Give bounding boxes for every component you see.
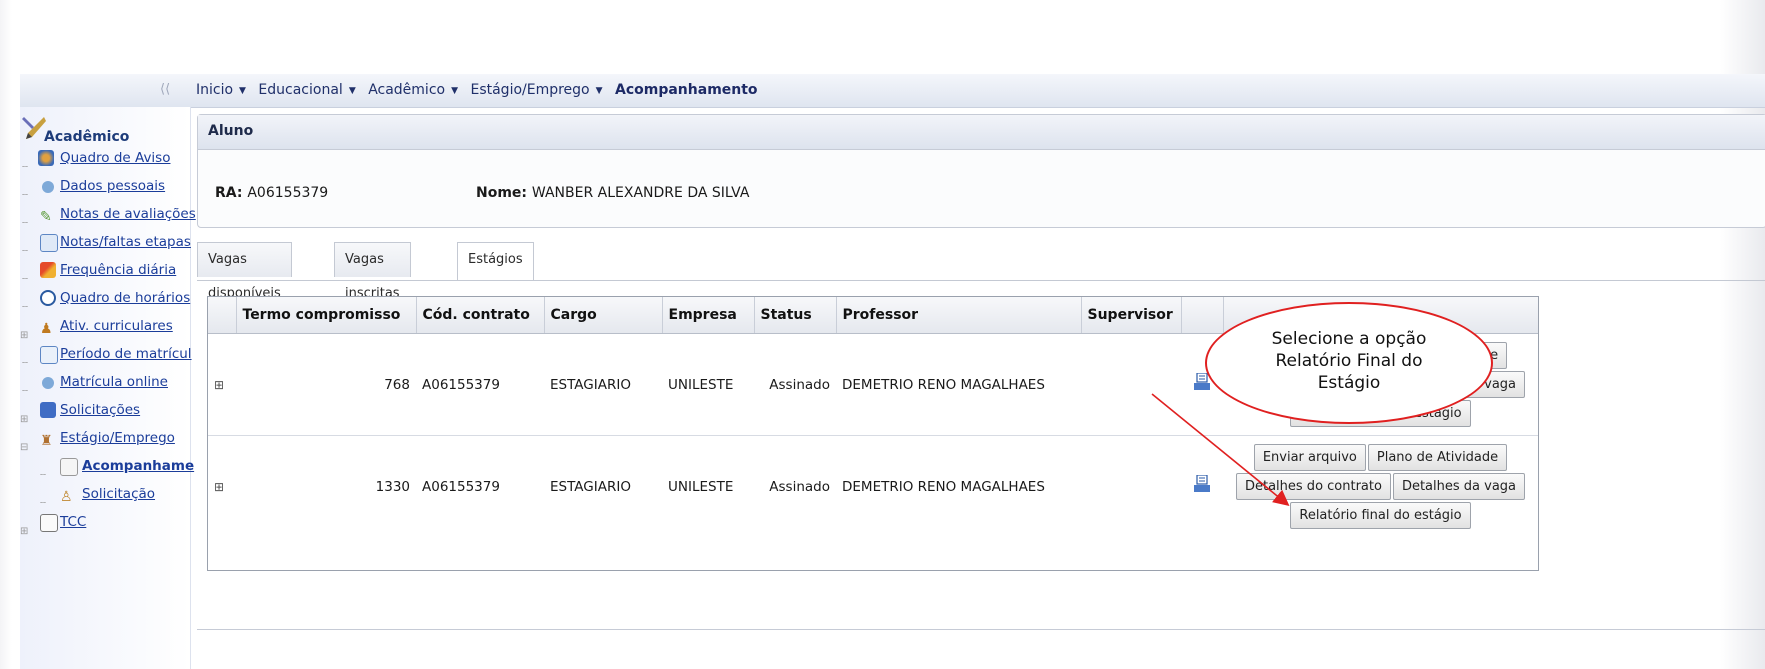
form-icon bbox=[40, 402, 56, 418]
sidebar: Acadêmico ┄ Quadro de Aviso ┄ Dados pess… bbox=[20, 107, 196, 669]
sidebar-item-label[interactable]: Acompanhame bbox=[82, 455, 194, 477]
sidebar-item-label[interactable]: Solicitações bbox=[60, 399, 140, 421]
breadcrumb-educacional[interactable]: Educacional bbox=[258, 82, 342, 98]
sidebar-item-label[interactable]: Frequência diária bbox=[60, 259, 176, 281]
callout-arrow bbox=[1151, 393, 1290, 507]
file-icon bbox=[40, 514, 58, 532]
briefcase-icon: ♜ bbox=[40, 433, 53, 449]
list-icon bbox=[40, 234, 58, 252]
pencil-tools-icon bbox=[22, 117, 46, 139]
app-page: ⟨⟨ Inicio ▼ Educacional ▼ Acadêmico ▼ Estág… bbox=[20, 74, 1765, 669]
sidebar-title: Acadêmico bbox=[44, 129, 130, 145]
collapse-sidebar-icon[interactable]: ⟨⟨ bbox=[160, 82, 170, 97]
person-icon bbox=[42, 377, 54, 389]
breadcrumb-bar: ⟨⟨ Inicio ▼ Educacional ▼ Acadêmico ▼ Estág… bbox=[20, 74, 1765, 108]
caret-down-icon[interactable]: ▼ bbox=[239, 86, 246, 96]
breadcrumb-estagio[interactable]: Estágio/Emprego bbox=[470, 82, 589, 98]
chart-icon bbox=[40, 262, 56, 278]
sidebar-item-label[interactable]: Notas/faltas etapas bbox=[60, 231, 191, 253]
sidebar-item-label[interactable]: Solicitação bbox=[82, 483, 155, 505]
breadcrumb-academico[interactable]: Acadêmico bbox=[368, 82, 445, 98]
sidebar-item-label[interactable]: Matrícula online bbox=[60, 371, 168, 393]
sidebar-item-label[interactable]: Período de matrícul bbox=[60, 343, 192, 365]
check-icon: ✎ bbox=[40, 209, 52, 225]
breadcrumb-current: Acompanhamento bbox=[615, 82, 758, 98]
user-icon: ♙ bbox=[60, 489, 73, 505]
caret-down-icon[interactable]: ▼ bbox=[451, 86, 458, 96]
sidebar-item-label[interactable]: TCC bbox=[60, 511, 86, 533]
sidebar-item-label[interactable]: Dados pessoais bbox=[60, 175, 165, 197]
person-icon bbox=[42, 181, 54, 193]
people-icon bbox=[38, 150, 54, 166]
document-icon bbox=[60, 458, 78, 476]
sidebar-item-label[interactable]: Ativ. curriculares bbox=[60, 315, 173, 337]
caret-down-icon[interactable]: ▼ bbox=[349, 86, 356, 96]
sidebar-item-label[interactable]: Estágio/Emprego bbox=[60, 427, 175, 449]
caret-down-icon[interactable]: ▼ bbox=[596, 86, 603, 96]
breadcrumb-inicio[interactable]: Inicio bbox=[196, 82, 233, 98]
calendar-icon bbox=[40, 346, 58, 364]
sidebar-item-label[interactable]: Notas de avaliações bbox=[60, 203, 196, 225]
sidebar-item-label[interactable]: Quadro de Aviso bbox=[60, 147, 170, 169]
sidebar-item-label[interactable]: Quadro de horários bbox=[60, 287, 190, 309]
runner-icon: ♟ bbox=[40, 321, 53, 337]
clock-icon bbox=[40, 290, 56, 306]
main-bottom-border bbox=[197, 629, 1765, 630]
breadcrumb: Inicio ▼ Educacional ▼ Acadêmico ▼ Estágio/… bbox=[196, 82, 764, 98]
